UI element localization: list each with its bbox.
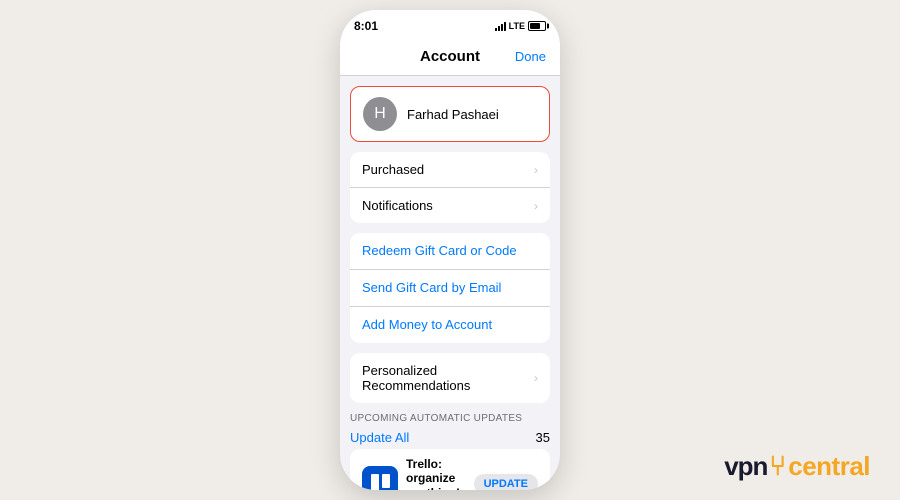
update-all-row: Update All 35 bbox=[340, 428, 560, 449]
trello-info: Trello: organize anything! Yesterday bbox=[406, 457, 466, 490]
battery-fill bbox=[530, 23, 540, 29]
purchased-label: Purchased bbox=[362, 162, 534, 177]
nav-bar: Account Done bbox=[340, 38, 560, 76]
redeem-gift-card-row[interactable]: Redeem Gift Card or Code bbox=[350, 233, 550, 270]
chevron-right-icon: › bbox=[534, 371, 538, 385]
update-all-button[interactable]: Update All bbox=[350, 430, 409, 445]
status-time: 8:01 bbox=[354, 19, 378, 33]
send-label: Send Gift Card by Email bbox=[362, 280, 501, 295]
lte-label: LTE bbox=[509, 21, 525, 31]
trello-name: Trello: organize anything! bbox=[406, 457, 466, 490]
purchased-row[interactable]: Purchased › bbox=[350, 152, 550, 188]
status-bar: 8:01 LTE bbox=[340, 10, 560, 38]
gift-cards-section: Redeem Gift Card or Code Send Gift Card … bbox=[350, 233, 550, 343]
vpn-text: vpn bbox=[724, 451, 767, 482]
add-money-row[interactable]: Add Money to Account bbox=[350, 307, 550, 343]
personalized-section[interactable]: Personalized Recommendations › bbox=[350, 353, 550, 403]
notifications-label: Notifications bbox=[362, 198, 534, 213]
trello-header: Trello: organize anything! Yesterday UPD… bbox=[362, 457, 538, 490]
personalized-row[interactable]: Personalized Recommendations › bbox=[350, 353, 550, 403]
personalized-label: Personalized Recommendations bbox=[362, 363, 534, 393]
avatar: H bbox=[363, 97, 397, 131]
notifications-row[interactable]: Notifications › bbox=[350, 188, 550, 223]
trello-app-icon bbox=[362, 466, 398, 490]
user-profile-row[interactable]: H Farhad Pashaei bbox=[350, 86, 550, 142]
signal-bars-icon bbox=[495, 22, 506, 31]
app-update-trello: Trello: organize anything! Yesterday UPD… bbox=[350, 449, 550, 490]
fork-icon: ⑂ bbox=[769, 450, 786, 482]
trello-update-button[interactable]: UPDATE bbox=[474, 474, 538, 490]
send-gift-card-row[interactable]: Send Gift Card by Email bbox=[350, 270, 550, 307]
avatar-initial: H bbox=[374, 105, 386, 123]
scroll-content: H Farhad Pashaei Purchased › Notificatio… bbox=[340, 76, 560, 490]
trello-icon-inner bbox=[371, 474, 390, 490]
updates-section-header: UPCOMING AUTOMATIC UPDATES bbox=[350, 413, 550, 424]
nav-title: Account bbox=[420, 48, 480, 65]
status-icons: LTE bbox=[495, 21, 546, 31]
battery-icon bbox=[528, 21, 546, 31]
chevron-right-icon: › bbox=[534, 163, 538, 177]
add-money-label: Add Money to Account bbox=[362, 317, 492, 332]
redeem-label: Redeem Gift Card or Code bbox=[362, 243, 517, 258]
update-count: 35 bbox=[536, 430, 550, 445]
phone-frame: 8:01 LTE Account Done H Farhad Pashaei bbox=[340, 10, 560, 490]
trello-col1 bbox=[371, 474, 379, 490]
central-text: central bbox=[788, 451, 870, 482]
user-name: Farhad Pashaei bbox=[407, 107, 499, 122]
done-button[interactable]: Done bbox=[515, 49, 546, 64]
chevron-right-icon: › bbox=[534, 199, 538, 213]
settings-section: Purchased › Notifications › bbox=[350, 152, 550, 223]
trello-col2 bbox=[382, 474, 390, 488]
vpn-central-watermark: vpn ⑂ central bbox=[724, 450, 870, 482]
